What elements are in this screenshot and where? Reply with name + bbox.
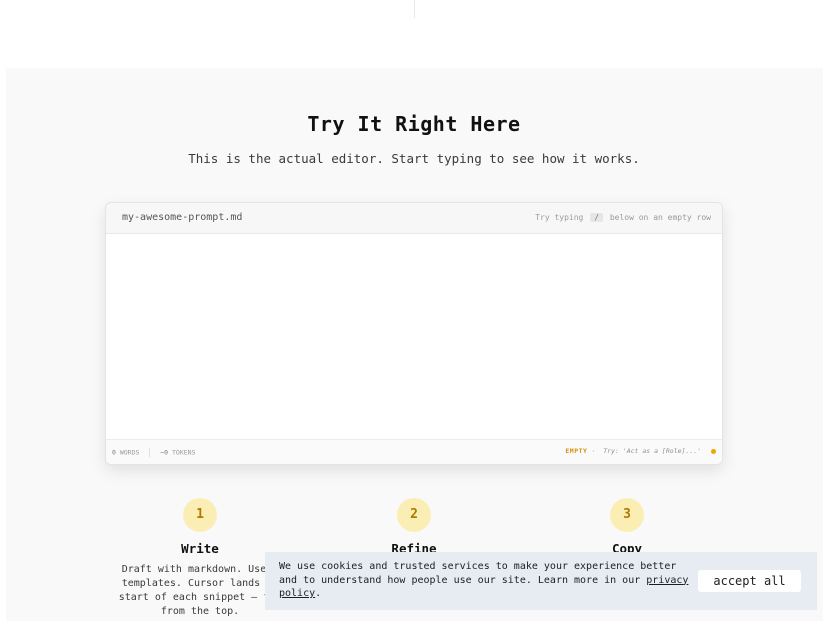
editor-header: my-awesome-prompt.md Try typing / below … [106,203,722,234]
status-separator: · [591,447,596,455]
step-title: Write [181,541,219,556]
editor-hint-suffix: below on an empty row [609,213,711,222]
section-subtitle: This is the actual editor. Start typing … [188,151,640,166]
cookie-banner: We use cookies and trusted services to m… [265,552,817,610]
step-description: Draft with markdown. Use / templates. Cu… [118,564,282,617]
cookie-text-end: . [315,588,322,599]
editor-status-bar: 0 WORDS ~0 TOKENS EMPTY · Try: 'Act as a… [106,439,722,464]
editor-hint-prefix: Try typing [535,213,584,222]
editor-hint: Try typing / below on an empty row [535,213,711,222]
cookie-text: We use cookies and trusted services to m… [279,561,677,586]
status-dot-icon [711,448,716,454]
step-number: 2 [397,498,431,532]
token-count: ~0 [160,448,169,457]
top-divider [414,0,415,18]
page: Try It Right Here This is the actual edi… [0,0,828,621]
editor-status: EMPTY · Try: 'Act as a [Role]...' [565,447,716,455]
cookie-message: We use cookies and trusted services to m… [279,560,694,601]
token-label: TOKENS [172,448,196,457]
step-number: 1 [183,498,217,532]
status-badge: EMPTY [565,447,588,455]
slash-key: / [590,213,604,222]
editor-filename: my-awesome-prompt.md [122,212,243,223]
try-hint: Try: 'Act as a [Role]...' [603,447,702,455]
word-label: WORDS [119,448,140,457]
accept-all-button[interactable]: accept all [698,570,801,592]
step-write: 1 Write Draft with markdown. Use / templ… [110,498,290,619]
step-number: 3 [610,498,644,532]
counts-divider [149,448,151,457]
section-title: Try It Right Here [307,112,521,136]
prompt-editor: my-awesome-prompt.md Try typing / below … [105,202,723,465]
editor-textarea[interactable] [106,234,722,441]
editor-counts: 0 WORDS ~0 TOKENS [112,448,196,457]
word-count: 0 [112,448,116,457]
